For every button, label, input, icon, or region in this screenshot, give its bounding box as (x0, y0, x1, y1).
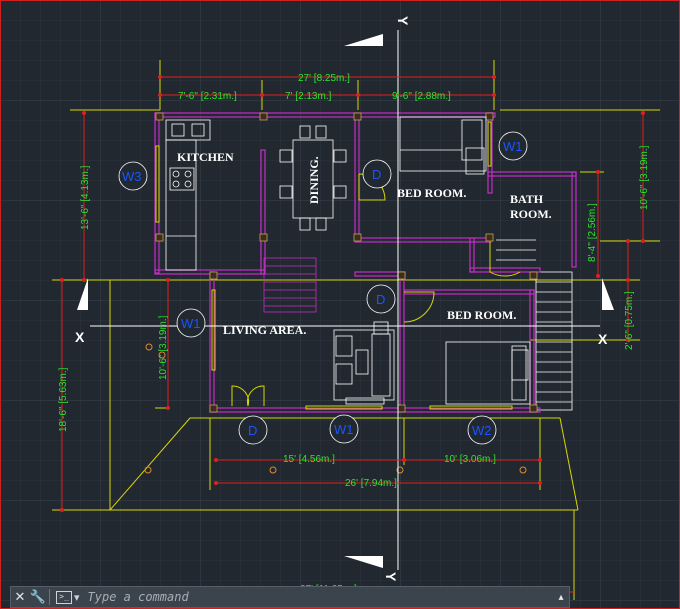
tag-d-mid: D (376, 292, 385, 307)
dim-bottom-seg2: 10' [3.06m.] (444, 454, 496, 465)
command-input[interactable] (85, 587, 553, 607)
room-label-living: LIVING AREA. (223, 323, 306, 337)
cad-viewport[interactable]: 27' [8.25m.] 7'-6" [2.31m.] 7' [2.13m.] … (0, 0, 680, 609)
dim-top-seg3: 9'-6" [2.88m.] (392, 91, 451, 102)
dim-right-upper: 10'-6" [3.19m.] (639, 145, 650, 210)
room-label-dining: DINING. (307, 156, 321, 204)
room-label-bath-1: BATH (510, 192, 544, 206)
axis-label-y-bottom: Y (383, 572, 399, 582)
dim-bottom-total: 26' [7.94m.] (345, 478, 397, 489)
tag-w1-left: W1 (181, 316, 201, 331)
tag-d-bottom: D (248, 423, 257, 438)
close-icon[interactable]: ✕ (11, 587, 29, 607)
divider (49, 589, 50, 605)
room-label-bedroom-bottom: BED ROOM. (447, 308, 516, 322)
tag-w2: W2 (472, 423, 492, 438)
dim-top-seg1: 7'-6" [2.31m.] (178, 91, 237, 102)
axis-label-x-right: X (598, 331, 608, 347)
chevron-down-icon: ▾ (74, 591, 80, 604)
dim-left-upper: 13'-6" [4.13m.] (80, 165, 91, 230)
room-label-bath-2: ROOM. (510, 207, 552, 221)
prompt-box-icon: >_ (56, 590, 72, 604)
dim-right-mid: 8'-4" [2.56m.] (587, 203, 598, 262)
tag-w1-bottom: W1 (334, 422, 354, 437)
room-label-kitchen: KITCHEN (177, 150, 234, 164)
dim-living-height: 10'-6" [3.19m.] (158, 315, 169, 380)
dim-top-seg2: 7' [2.13m.] (285, 91, 332, 102)
grid-major (0, 0, 680, 609)
chevron-up-icon[interactable]: ▴ (553, 592, 569, 603)
room-label-bedroom-top: BED ROOM. (397, 186, 466, 200)
command-line: ✕ 🔧 >_ ▾ ▴ (10, 586, 570, 608)
tag-w1-top: W1 (503, 139, 523, 154)
dim-bottom-seg1: 15' [4.56m.] (283, 454, 335, 465)
floor-plan-drawing: 27' [8.25m.] 7'-6" [2.31m.] 7' [2.13m.] … (0, 0, 680, 609)
tag-d-top: D (372, 167, 381, 182)
wrench-icon[interactable]: 🔧 (29, 587, 47, 607)
tag-w3: W3 (122, 169, 142, 184)
dim-left-lower: 18'-6" [5.63m.] (58, 367, 69, 432)
axis-label-y-top: Y (395, 16, 411, 26)
command-prompt-icon[interactable]: >_ ▾ (56, 590, 80, 604)
dim-top-total: 27' [8.25m.] (298, 73, 350, 84)
dim-right-lower: 2'-6" [0.75m.] (624, 291, 635, 350)
axis-label-x-left: X (75, 329, 85, 345)
